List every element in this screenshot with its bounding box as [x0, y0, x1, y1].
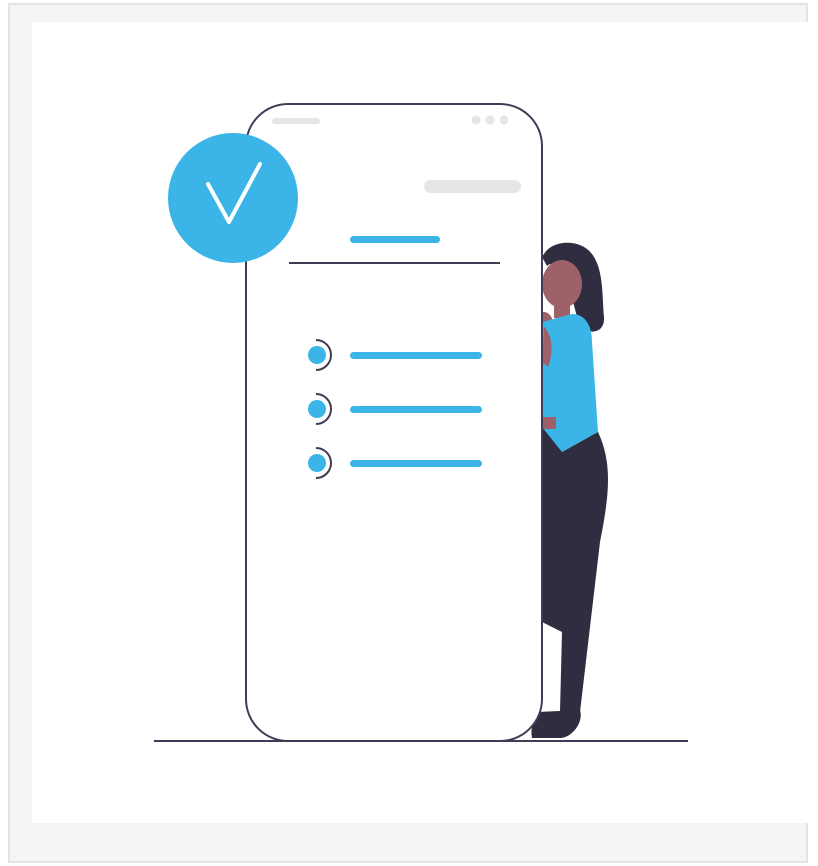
phone-title-line — [350, 236, 440, 243]
checklist-line — [350, 352, 482, 359]
check-badge — [168, 133, 298, 263]
bullet-icon — [308, 400, 326, 418]
phone-header-pill — [424, 180, 521, 193]
phone-status-bar — [272, 118, 320, 124]
illustration-card — [32, 22, 809, 823]
person-waist — [542, 417, 556, 429]
outer-frame — [8, 3, 809, 863]
illustration-svg — [154, 103, 688, 742]
checklist-line — [350, 460, 482, 467]
person-face — [542, 260, 582, 308]
checklist-line — [350, 406, 482, 413]
phone-dots-icon — [471, 115, 509, 125]
person-shirt — [542, 314, 598, 452]
bullet-icon — [308, 454, 326, 472]
bullet-icon — [308, 346, 326, 364]
check-badge-circle — [168, 133, 298, 263]
person-legs — [542, 427, 608, 712]
